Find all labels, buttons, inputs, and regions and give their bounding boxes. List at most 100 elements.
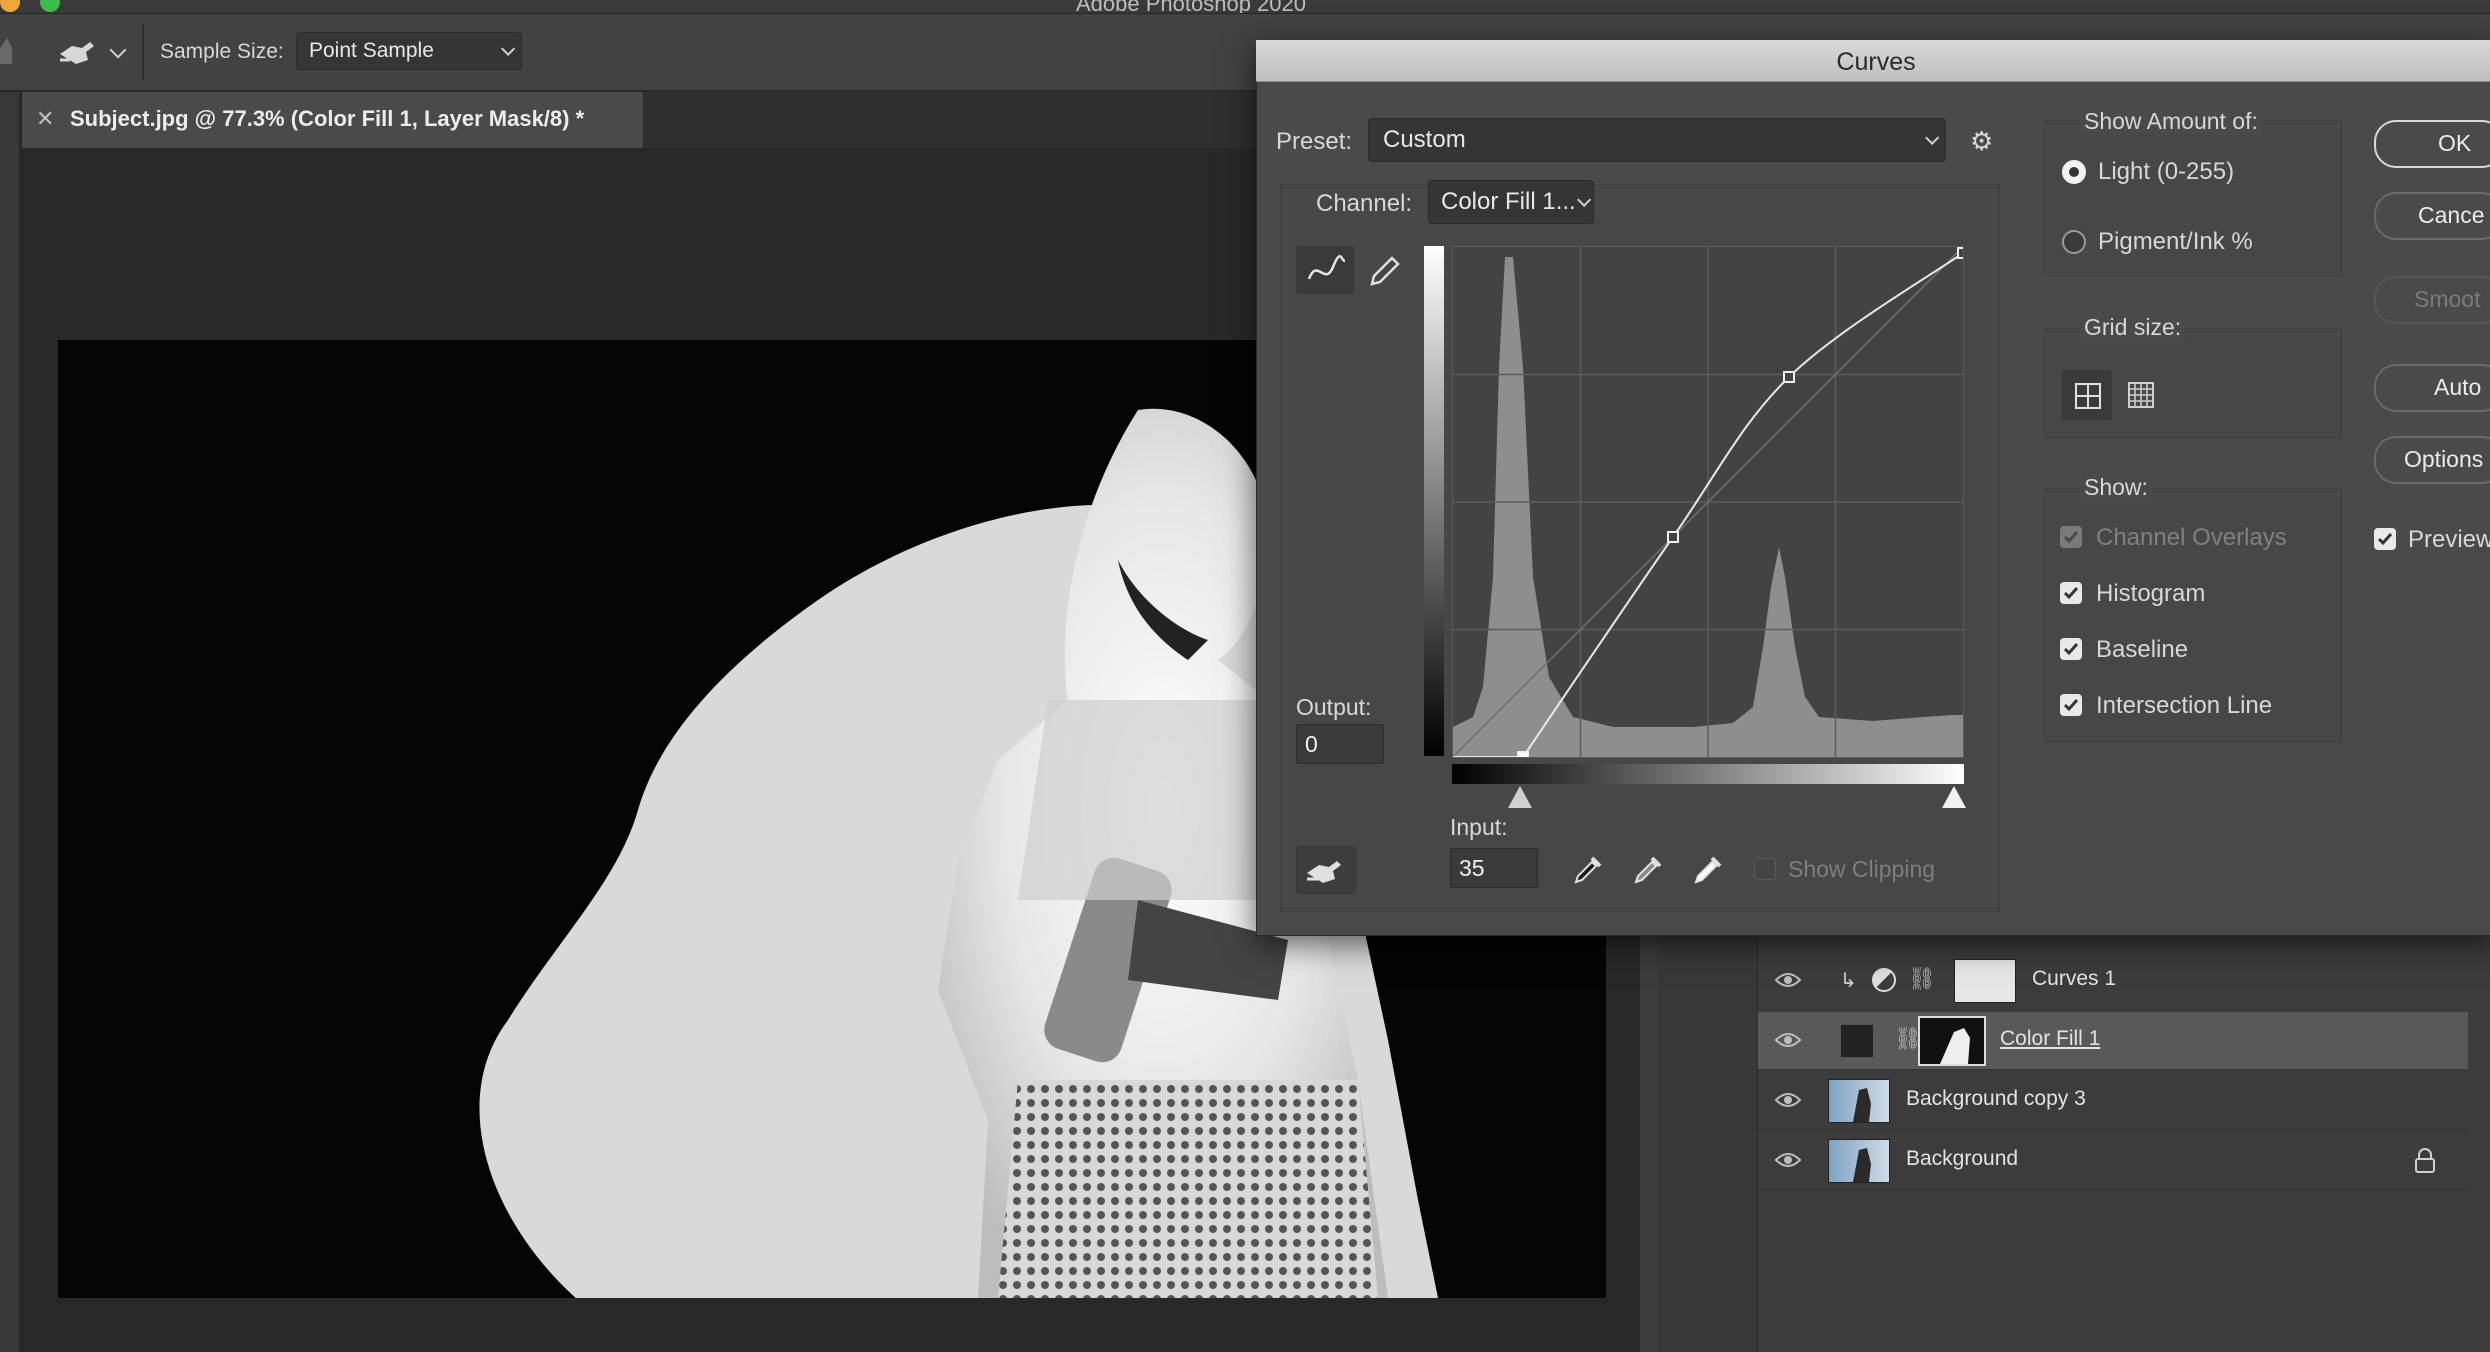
detailed-grid-icon	[2128, 382, 2154, 408]
cancel-button[interactable]: Cance	[2374, 192, 2490, 240]
simple-grid-icon	[2075, 383, 2101, 409]
divider	[142, 24, 144, 80]
home-icon[interactable]	[0, 38, 12, 64]
smooth-button[interactable]: Smoot	[2374, 276, 2490, 324]
sample-size-value: Point Sample	[309, 39, 434, 62]
curve-control-point[interactable]	[1957, 247, 1969, 259]
gray-eyedropper-icon[interactable]	[1630, 852, 1666, 888]
intersection-line-label: Intersection Line	[2096, 692, 2273, 719]
clipping-arrow-icon: ↳	[1840, 970, 1857, 992]
curve-control-point[interactable]	[1783, 371, 1795, 383]
layer-thumbnail[interactable]	[1828, 1079, 1890, 1123]
visibility-eye-icon[interactable]	[1774, 970, 1802, 990]
close-tab-icon[interactable]: ✕	[36, 106, 54, 132]
sample-size-label: Sample Size:	[160, 40, 284, 63]
layer-name: Color Fill 1	[2000, 1027, 2101, 1050]
layer-mask-thumbnail[interactable]	[1954, 959, 2016, 1003]
chevron-down-icon	[1925, 130, 1940, 145]
auto-button[interactable]: Auto	[2374, 364, 2490, 412]
show-label: Show:	[2080, 474, 2152, 501]
histogram-label: Histogram	[2096, 580, 2206, 607]
curves-graph[interactable]	[1452, 246, 1969, 763]
pigment-ink-label: Pigment/Ink %	[2098, 228, 2253, 255]
curves-graph-svg	[1452, 246, 1969, 763]
visibility-eye-icon[interactable]	[1774, 1150, 1802, 1170]
black-point-slider[interactable]	[1508, 786, 1532, 808]
layer-row-background[interactable]: Background	[1758, 1132, 2468, 1190]
layer-mask-thumbnail[interactable]	[1918, 1016, 1986, 1066]
app-title-bar: Adobe Photoshop 2020	[0, 0, 2490, 14]
light-radio[interactable]	[2062, 160, 2086, 184]
pigment-ink-radio[interactable]	[2062, 230, 2086, 254]
edit-points-tool-button[interactable]	[1296, 246, 1354, 294]
layer-name: Background copy 3	[1906, 1087, 2086, 1110]
on-image-adjustment-button[interactable]	[1296, 846, 1356, 894]
curves-dialog-titlebar[interactable]: Curves	[1256, 40, 2490, 82]
app-title: Adobe Photoshop 2020	[1076, 0, 1306, 14]
input-label: Input:	[1450, 814, 1508, 840]
preset-label: Preset:	[1276, 128, 1353, 155]
sample-size-select[interactable]: Point Sample	[296, 32, 522, 70]
curve-control-point[interactable]	[1517, 751, 1529, 763]
draw-pencil-tool-button[interactable]	[1364, 252, 1404, 292]
output-label: Output:	[1296, 694, 1372, 720]
input-field[interactable]: 35	[1450, 848, 1538, 888]
intersection-line-checkbox[interactable]	[2060, 694, 2082, 716]
layers-panel-gutter	[1658, 930, 1758, 1352]
channel-overlays-label: Channel Overlays	[2096, 524, 2287, 551]
minimize-window-icon[interactable]	[0, 0, 20, 12]
histogram-checkbox[interactable]	[2060, 582, 2082, 604]
white-point-slider[interactable]	[1942, 786, 1966, 808]
output-gradient-bar	[1424, 246, 1444, 756]
fill-color-swatch[interactable]	[1840, 1024, 1874, 1058]
curve-icon	[1307, 255, 1346, 280]
dialog-title: Curves	[1836, 48, 1916, 76]
grid-size-label: Grid size:	[2080, 314, 2186, 341]
chevron-down-icon	[1577, 192, 1592, 207]
layer-name: Curves 1	[2032, 967, 2117, 990]
show-clipping-checkbox[interactable]	[1754, 858, 1776, 880]
chevron-down-icon[interactable]	[109, 41, 127, 59]
visibility-eye-icon[interactable]	[1774, 1030, 1802, 1050]
pencil-icon	[1370, 256, 1400, 286]
channel-label: Channel:	[1316, 190, 1413, 217]
layer-row-background-copy-3[interactable]: Background copy 3	[1758, 1072, 2468, 1130]
white-eyedropper-icon[interactable]	[1690, 852, 1726, 888]
options-button[interactable]: Options	[2374, 436, 2490, 484]
layer-row-color-fill-1[interactable]: ⛓ Color Fill 1	[1758, 1012, 2468, 1070]
document-tab[interactable]: ✕ Subject.jpg @ 77.3% (Color Fill 1, Lay…	[22, 92, 644, 148]
detailed-grid-button[interactable]	[2116, 370, 2166, 420]
layer-thumbnail[interactable]	[1828, 1139, 1890, 1183]
ok-button[interactable]: OK	[2374, 120, 2490, 168]
tools-ruler-strip	[0, 92, 20, 1352]
preset-select[interactable]: Custom	[1368, 118, 1946, 162]
preview-checkbox[interactable]	[2374, 528, 2396, 550]
eyedropper-tool-preset-icon[interactable]	[56, 34, 100, 70]
simple-grid-button[interactable]	[2062, 370, 2112, 420]
show-amount-label: Show Amount of:	[2080, 108, 2262, 135]
input-gradient-bar	[1452, 764, 1964, 784]
channel-overlays-checkbox[interactable]	[2060, 526, 2082, 548]
lock-icon[interactable]	[2414, 1148, 2436, 1174]
document-tab-label: Subject.jpg @ 77.3% (Color Fill 1, Layer…	[70, 106, 585, 131]
layer-name: Background	[1906, 1147, 2019, 1170]
hand-target-icon	[1307, 861, 1341, 883]
channel-select[interactable]: Color Fill 1...	[1428, 180, 1594, 224]
baseline-checkbox[interactable]	[2060, 638, 2082, 660]
zoom-window-icon[interactable]	[40, 0, 60, 12]
visibility-eye-icon[interactable]	[1774, 1090, 1802, 1110]
show-clipping-label: Show Clipping	[1788, 856, 1936, 882]
light-label: Light (0-255)	[2098, 158, 2235, 185]
preview-label: Preview	[2408, 526, 2490, 553]
adjustment-layer-icon	[1872, 968, 1896, 992]
curve-control-point[interactable]	[1667, 531, 1679, 543]
chevron-down-icon	[501, 41, 516, 56]
baseline-label: Baseline	[2096, 636, 2189, 663]
preset-options-gear-icon[interactable]: ⚙	[1970, 126, 1993, 157]
black-eyedropper-icon[interactable]	[1570, 852, 1606, 888]
output-field[interactable]: 0	[1296, 724, 1384, 764]
chain-link-icon[interactable]: ⛓	[1908, 966, 1936, 992]
channel-value: Color Fill 1...	[1441, 188, 1576, 215]
layer-row-curves-1[interactable]: ↳ ⛓ Curves 1	[1758, 952, 2468, 1010]
preset-value: Custom	[1383, 126, 1466, 153]
